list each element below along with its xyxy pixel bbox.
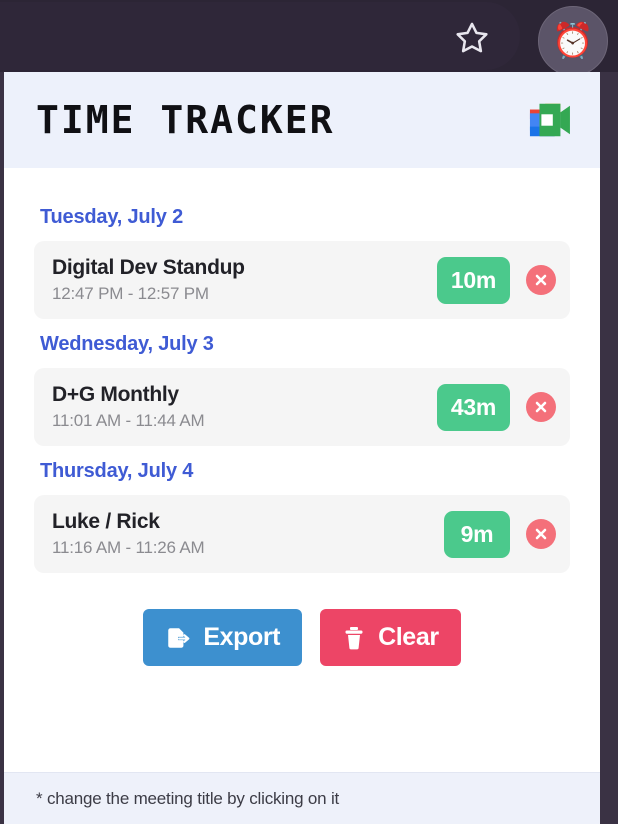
popup-header: TIME TRACKER xyxy=(4,72,600,168)
bookmark-star-button[interactable] xyxy=(452,18,492,58)
session-row[interactable]: Digital Dev Standup 12:47 PM - 12:57 PM … xyxy=(34,241,570,319)
time-tracker-popup: TIME TRACKER Tuesday, July 2 Digital Dev… xyxy=(4,72,600,824)
sessions-list: Tuesday, July 2 Digital Dev Standup 12:4… xyxy=(4,168,600,666)
session-title[interactable]: Luke / Rick xyxy=(52,510,444,534)
session-row[interactable]: Luke / Rick 11:16 AM - 11:26 AM 9m xyxy=(34,495,570,573)
close-circle-icon xyxy=(533,399,549,415)
session-time-range: 12:47 PM - 12:57 PM xyxy=(52,284,437,304)
omnibox[interactable] xyxy=(0,2,520,70)
day-heading: Tuesday, July 2 xyxy=(40,206,570,229)
session-title[interactable]: D+G Monthly xyxy=(52,383,437,407)
duration-badge: 9m xyxy=(444,511,510,558)
star-icon xyxy=(454,20,490,56)
clear-button-label: Clear xyxy=(378,623,439,652)
session-time-range: 11:16 AM - 11:26 AM xyxy=(52,538,444,558)
clear-button[interactable]: Clear xyxy=(320,609,461,666)
session-info: Digital Dev Standup 12:47 PM - 12:57 PM xyxy=(52,256,437,304)
file-export-icon xyxy=(165,625,191,651)
close-circle-icon xyxy=(533,272,549,288)
delete-session-button[interactable] xyxy=(526,519,556,549)
session-info: Luke / Rick 11:16 AM - 11:26 AM xyxy=(52,510,444,558)
action-bar: Export Clear xyxy=(34,609,570,666)
page-title: TIME TRACKER xyxy=(36,98,335,142)
session-title[interactable]: Digital Dev Standup xyxy=(52,256,437,280)
footer-hint: * change the meeting title by clicking o… xyxy=(4,772,600,824)
browser-chrome: ⏰ xyxy=(0,0,618,72)
extension-icon-alarm-clock[interactable]: ⏰ xyxy=(538,6,608,72)
session-row[interactable]: D+G Monthly 11:01 AM - 11:44 AM 43m xyxy=(34,368,570,446)
day-heading: Thursday, July 4 xyxy=(40,460,570,483)
alarm-clock-icon: ⏰ xyxy=(552,24,594,58)
close-circle-icon xyxy=(533,526,549,542)
export-button[interactable]: Export xyxy=(143,609,302,666)
day-heading: Wednesday, July 3 xyxy=(40,333,570,356)
delete-session-button[interactable] xyxy=(526,392,556,422)
export-button-label: Export xyxy=(203,623,280,652)
duration-badge: 43m xyxy=(437,384,510,431)
day-group: Tuesday, July 2 Digital Dev Standup 12:4… xyxy=(34,206,570,319)
day-group: Thursday, July 4 Luke / Rick 11:16 AM - … xyxy=(34,460,570,573)
delete-session-button[interactable] xyxy=(526,265,556,295)
trash-icon xyxy=(342,625,366,651)
session-info: D+G Monthly 11:01 AM - 11:44 AM xyxy=(52,383,437,431)
google-meet-logo xyxy=(526,100,572,140)
session-time-range: 11:01 AM - 11:44 AM xyxy=(52,411,437,431)
duration-badge: 10m xyxy=(437,257,510,304)
day-group: Wednesday, July 3 D+G Monthly 11:01 AM -… xyxy=(34,333,570,446)
